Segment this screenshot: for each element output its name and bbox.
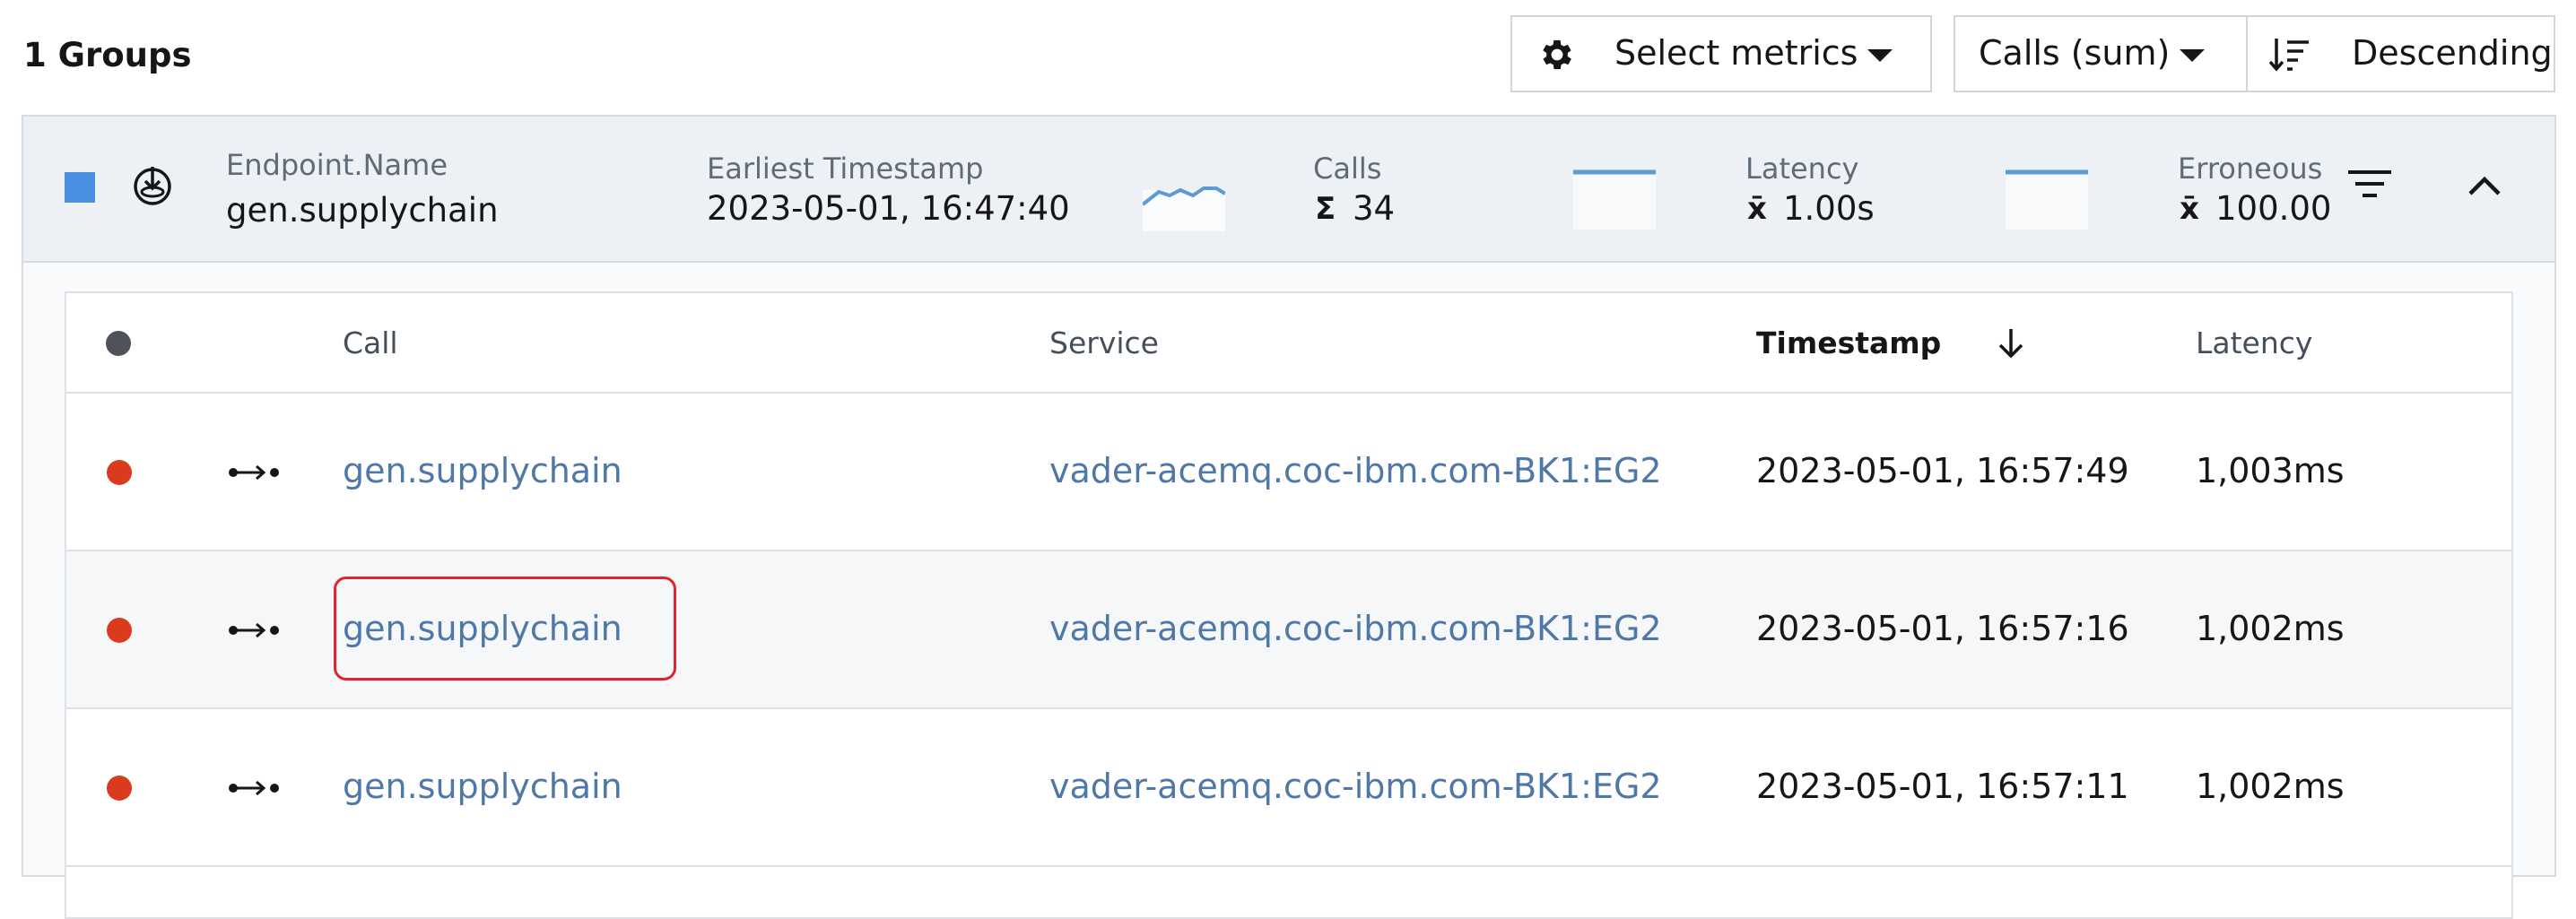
erroneous-sparkline — [2006, 169, 2088, 230]
table-header-row: Call Service Timestamp Latency — [66, 293, 2511, 394]
arrow-down-icon[interactable] — [1995, 325, 2027, 361]
error-status-icon — [107, 460, 132, 485]
filter-icon[interactable] — [2346, 165, 2393, 204]
groups-count-title: 1 Groups — [23, 36, 192, 74]
select-metrics-button[interactable]: Select metrics — [1510, 15, 1932, 92]
column-header-timestamp[interactable]: Timestamp — [1756, 325, 1941, 362]
latency-sparkline — [1573, 169, 1656, 230]
table-row[interactable]: gen.supplychain vader-acemq.coc-ibm.com-… — [66, 394, 2511, 551]
latency-cell: 1,002ms — [2196, 609, 2345, 648]
sort-order-label: Descending — [2352, 33, 2553, 73]
latency-aggregation-icon: x̄ — [1747, 191, 1767, 227]
group-panel: Endpoint.Name gen.supplychain Earliest T… — [22, 115, 2556, 919]
earliest-timestamp-value: 2023-05-01, 16:47:40 — [707, 189, 1070, 228]
chevron-down-icon — [1867, 49, 1893, 62]
earliest-timestamp-label: Earliest Timestamp — [707, 152, 984, 186]
service-link[interactable]: vader-acemq.coc-ibm.com-BK1:EG2 — [1049, 607, 1662, 650]
timestamp-cell: 2023-05-01, 16:57:16 — [1756, 609, 2129, 648]
group-name-label: Endpoint.Name — [226, 148, 448, 182]
error-status-icon — [107, 618, 132, 643]
error-status-icon — [107, 776, 132, 801]
table-row[interactable]: gen.supplychain vader-acemq.coc-ibm.com-… — [66, 709, 2511, 867]
service-link[interactable]: vader-acemq.coc-ibm.com-BK1:EG2 — [1049, 449, 1662, 492]
erroneous-value: 100.00 — [2215, 189, 2332, 228]
sort-order-button[interactable]: Descending — [2246, 15, 2555, 92]
call-type-icon — [228, 462, 282, 483]
calls-sparkline — [1143, 186, 1225, 231]
call-link[interactable]: gen.supplychain — [343, 607, 622, 650]
calls-table: Call Service Timestamp Latency gen.suppl… — [65, 291, 2513, 919]
group-name-value: gen.supplychain — [226, 191, 499, 230]
table-row[interactable]: gen.supplychain vader-acemq.coc-ibm.com-… — [66, 551, 2511, 709]
sort-descending-icon — [2267, 35, 2312, 74]
endpoint-icon — [131, 161, 174, 208]
chevron-up-icon[interactable] — [2465, 169, 2504, 201]
timestamp-cell: 2023-05-01, 16:57:49 — [1756, 451, 2129, 490]
calls-value: 34 — [1353, 189, 1396, 228]
latency-value: 1.00s — [1783, 189, 1875, 228]
column-header-call[interactable]: Call — [343, 325, 398, 362]
group-header[interactable]: Endpoint.Name gen.supplychain Earliest T… — [23, 117, 2554, 263]
latency-cell: 1,003ms — [2196, 451, 2345, 490]
timestamp-cell: 2023-05-01, 16:57:11 — [1756, 767, 2129, 806]
column-header-service[interactable]: Service — [1049, 325, 1159, 362]
call-type-icon — [228, 777, 282, 799]
calls-label: Calls — [1313, 152, 1382, 186]
call-link[interactable]: gen.supplychain — [343, 449, 622, 492]
calls-aggregation-icon: Σ — [1315, 191, 1336, 227]
group-color-swatch — [65, 172, 95, 203]
chevron-down-icon — [2180, 49, 2205, 62]
gear-icon — [1537, 35, 1577, 74]
status-column-icon — [106, 331, 131, 356]
select-metrics-label: Select metrics — [1614, 33, 1858, 73]
call-link[interactable]: gen.supplychain — [343, 765, 622, 808]
latency-cell: 1,002ms — [2196, 767, 2345, 806]
erroneous-aggregation-icon: x̄ — [2180, 191, 2199, 227]
sort-metric-label: Calls (sum) — [1979, 33, 2171, 73]
latency-label: Latency — [1745, 152, 1859, 186]
service-link[interactable]: vader-acemq.coc-ibm.com-BK1:EG2 — [1049, 765, 1662, 808]
sort-metric-dropdown[interactable]: Calls (sum) — [1954, 15, 2248, 92]
erroneous-label: Erroneous — [2178, 152, 2323, 186]
call-type-icon — [228, 620, 282, 641]
column-header-latency[interactable]: Latency — [2196, 325, 2312, 362]
